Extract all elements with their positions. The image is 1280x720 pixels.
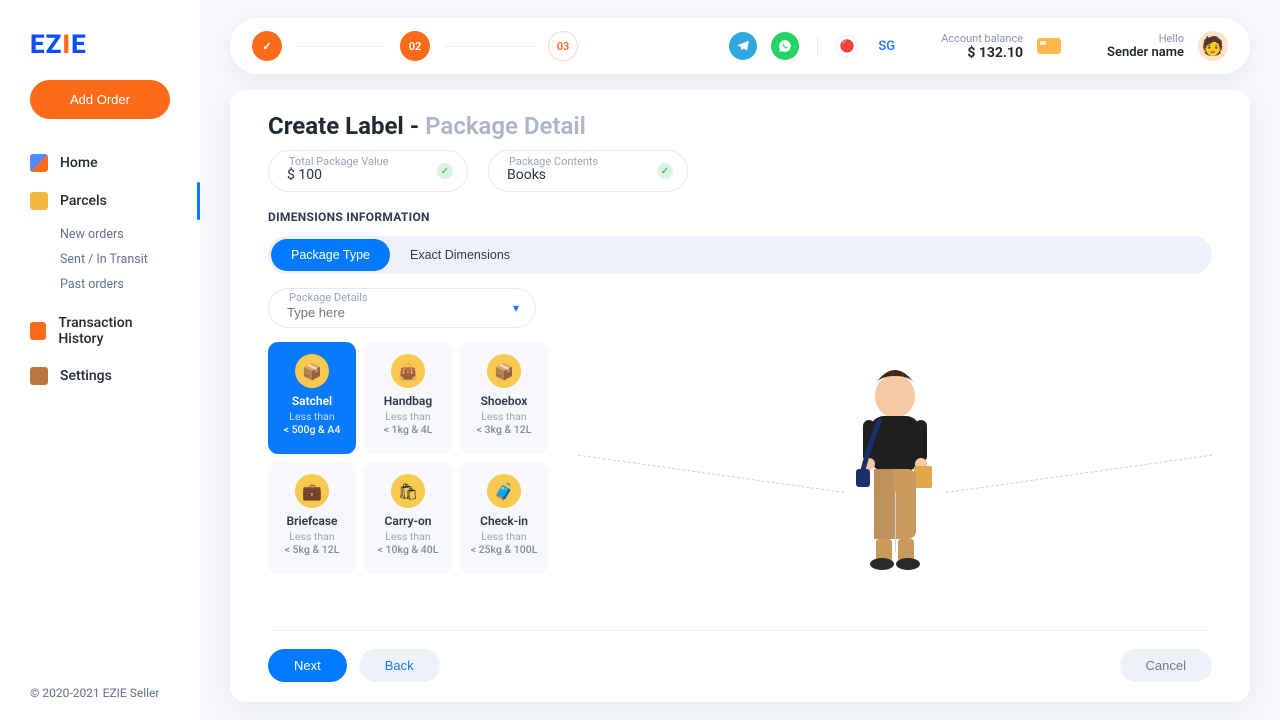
dimension-segment: Package Type Exact Dimensions bbox=[268, 236, 1212, 274]
package-name: Shoebox bbox=[481, 394, 528, 408]
history-icon bbox=[30, 322, 46, 340]
card-footer: Next Back Cancel bbox=[268, 630, 1212, 682]
add-order-button[interactable]: Add Order bbox=[30, 80, 170, 119]
briefcase-icon: 💼 bbox=[295, 474, 329, 508]
avatar[interactable]: 🧑 bbox=[1198, 31, 1228, 61]
next-button[interactable]: Next bbox=[268, 649, 347, 682]
handbag-icon: 👜 bbox=[391, 354, 425, 388]
balance-label: Account balance bbox=[941, 32, 1023, 45]
sidebar: EZIE Add Order Home Parcels New orders S… bbox=[0, 0, 200, 720]
package-name: Check-in bbox=[480, 514, 528, 528]
copyright-text: © 2020-2021 EZIE Seller bbox=[0, 686, 200, 700]
content-card: Create Label - Package Detail Total Pack… bbox=[230, 90, 1250, 702]
package-desc2: < 500g & A4 bbox=[284, 423, 341, 436]
carryon-icon: 🛍 bbox=[391, 474, 425, 508]
package-option-checkin[interactable]: 🧳 Check-in Less than < 25kg & 100L bbox=[460, 462, 548, 574]
sidebar-item-label: Settings bbox=[60, 368, 112, 384]
package-option-satchel[interactable]: 📦 Satchel Less than < 500g & A4 bbox=[268, 342, 356, 454]
balance-value: $ 132.10 bbox=[941, 45, 1023, 61]
field-value: Books bbox=[507, 167, 669, 183]
title-sub: Package Detail bbox=[425, 112, 586, 140]
divider bbox=[817, 35, 818, 57]
step-3-future: 03 bbox=[548, 31, 578, 61]
satchel-icon: 📦 bbox=[295, 354, 329, 388]
step-2-current: 02 bbox=[400, 31, 430, 61]
package-name: Carry-on bbox=[385, 514, 432, 528]
sender-name: Sender name bbox=[1107, 45, 1184, 60]
chevron-down-icon: ▾ bbox=[513, 301, 519, 315]
card-icon[interactable] bbox=[1037, 38, 1061, 54]
segment-package-type[interactable]: Package Type bbox=[271, 239, 390, 271]
package-desc1: Less than bbox=[481, 530, 526, 543]
sidebar-item-home[interactable]: Home bbox=[0, 144, 200, 182]
parcel-icon bbox=[30, 192, 48, 210]
package-option-briefcase[interactable]: 💼 Briefcase Less than < 5kg & 12L bbox=[268, 462, 356, 574]
page-title: Create Label - Package Detail bbox=[268, 112, 1212, 140]
segment-exact-dimensions[interactable]: Exact Dimensions bbox=[390, 239, 530, 271]
cancel-button[interactable]: Cancel bbox=[1120, 649, 1212, 682]
package-desc1: Less than bbox=[481, 410, 526, 423]
sidebar-subitem-past[interactable]: Past orders bbox=[60, 272, 200, 297]
package-desc2: < 25kg & 100L bbox=[471, 543, 538, 556]
package-name: Handbag bbox=[384, 394, 432, 408]
settings-icon bbox=[30, 367, 48, 385]
checkin-icon: 🧳 bbox=[487, 474, 521, 508]
floor-guides bbox=[578, 492, 1212, 542]
sidebar-item-label: Transaction History bbox=[58, 315, 170, 347]
main-area: ✓ 02 03 🔴 SG Account balance $ 132.10 bbox=[200, 0, 1280, 720]
package-option-shoebox[interactable]: 📦 Shoebox Less than < 3kg & 12L bbox=[460, 342, 548, 454]
home-icon bbox=[30, 154, 48, 172]
package-desc2: < 10kg & 40L bbox=[378, 543, 439, 556]
package-contents-field[interactable]: Package Contents Books ✓ bbox=[488, 150, 688, 192]
total-package-value-field[interactable]: Total Package Value $ 100 ✓ bbox=[268, 150, 468, 192]
package-option-handbag[interactable]: 👜 Handbag Less than < 1kg & 4L bbox=[364, 342, 452, 454]
field-label: Package Contents bbox=[509, 155, 598, 168]
step-1-done: ✓ bbox=[252, 31, 282, 61]
package-details-select[interactable]: Package Details ▾ bbox=[268, 288, 536, 328]
valid-check-icon: ✓ bbox=[437, 163, 453, 179]
package-desc1: Less than bbox=[289, 530, 334, 543]
package-desc1: Less than bbox=[385, 410, 430, 423]
hello-label: Hello bbox=[1107, 32, 1184, 45]
sidebar-item-parcels[interactable]: Parcels bbox=[0, 182, 200, 220]
topbar: ✓ 02 03 🔴 SG Account balance $ 132.10 bbox=[230, 18, 1250, 74]
dimensions-header: DIMENSIONS INFORMATION bbox=[268, 210, 1212, 224]
valid-check-icon: ✓ bbox=[657, 163, 673, 179]
brand-logo: EZIE bbox=[0, 30, 200, 80]
package-desc2: < 5kg & 12L bbox=[285, 543, 340, 556]
step-divider bbox=[296, 46, 386, 47]
field-label: Total Package Value bbox=[289, 155, 389, 168]
package-desc2: < 3kg & 12L bbox=[477, 423, 532, 436]
field-value: $ 100 bbox=[287, 167, 449, 183]
back-button[interactable]: Back bbox=[359, 649, 440, 682]
sidebar-subitem-sent[interactable]: Sent / In Transit bbox=[60, 247, 200, 272]
sidebar-item-transactions[interactable]: Transaction History bbox=[0, 305, 200, 357]
whatsapp-icon[interactable] bbox=[771, 32, 799, 60]
account-balance: Account balance $ 132.10 bbox=[941, 32, 1023, 61]
field-label: Package Details bbox=[289, 291, 368, 304]
title-main: Create Label - bbox=[268, 112, 425, 140]
person-illustration bbox=[578, 288, 1212, 574]
country-code[interactable]: SG bbox=[878, 39, 895, 54]
user-greeting: Hello Sender name bbox=[1107, 32, 1184, 60]
sidebar-item-label: Home bbox=[60, 155, 98, 171]
telegram-icon[interactable] bbox=[729, 32, 757, 60]
sidebar-item-settings[interactable]: Settings bbox=[0, 357, 200, 395]
sidebar-item-label: Parcels bbox=[60, 193, 107, 209]
package-desc1: Less than bbox=[385, 530, 430, 543]
package-option-carryon[interactable]: 🛍 Carry-on Less than < 10kg & 40L bbox=[364, 462, 452, 574]
package-desc1: Less than bbox=[289, 410, 334, 423]
package-name: Satchel bbox=[292, 394, 332, 408]
country-flag-icon[interactable]: 🔴 bbox=[836, 35, 858, 57]
shoebox-icon: 📦 bbox=[487, 354, 521, 388]
package-desc2: < 1kg & 4L bbox=[384, 423, 433, 436]
package-name: Briefcase bbox=[287, 514, 338, 528]
step-divider bbox=[444, 46, 534, 47]
sidebar-subitem-new-orders[interactable]: New orders bbox=[60, 222, 200, 247]
package-type-grid: 📦 Satchel Less than < 500g & A4 👜 Handba… bbox=[268, 342, 548, 574]
